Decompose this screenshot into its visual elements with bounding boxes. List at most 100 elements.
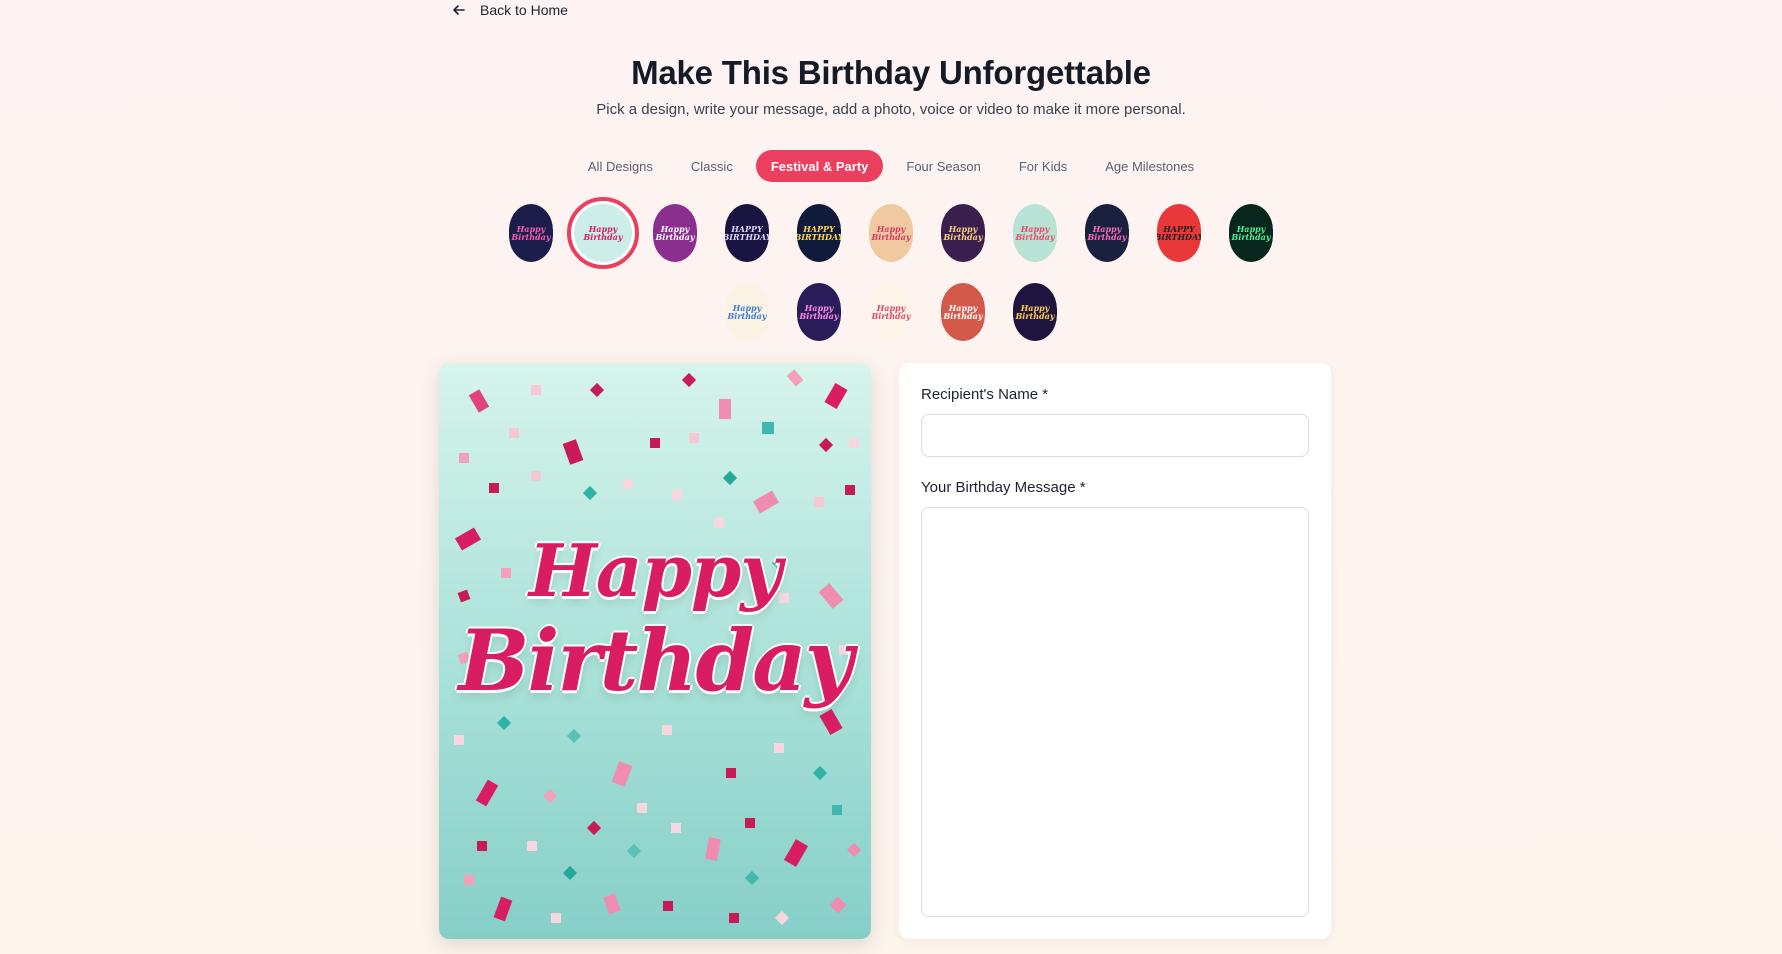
confetti-piece [623,479,633,489]
design-thumbnail-label: Happy Birthday [797,283,841,341]
tab-age-milestones[interactable]: Age Milestones [1090,150,1209,182]
confetti-piece [531,471,541,481]
confetti-piece [464,875,474,885]
confetti-piece [582,485,598,501]
birthday-message-input[interactable] [921,507,1309,917]
confetti-piece [650,438,660,448]
tab-classic[interactable]: Classic [676,150,748,182]
confetti-piece [496,715,512,731]
design-thumbnail-label: HAPPY BIRTHDAY [1157,204,1201,262]
recipient-name-label: Recipient's Name * [921,386,1049,403]
card-line-2: Birthday [458,611,853,710]
confetti-piece [824,382,848,410]
design-thumbnail[interactable]: Happy Birthday [1013,204,1057,262]
birthday-message-label: Your Birthday Message * [921,479,1086,496]
confetti-piece [527,841,537,851]
tab-all-designs[interactable]: All Designs [573,150,668,182]
back-to-home-label: Back to Home [480,2,568,18]
confetti-piece [681,372,697,388]
confetti-piece [542,788,558,804]
design-thumbnail-label: Happy Birthday [574,204,632,262]
confetti-piece [626,843,642,859]
design-thumbnail-label: Happy Birthday [653,204,697,262]
confetti-piece [493,896,513,922]
tab-festival-party[interactable]: Festival & Party [755,150,884,182]
confetti-piece [454,735,464,745]
confetti-piece [849,438,859,448]
design-thumbnail[interactable]: HAPPY BIRTHDAY [797,204,841,262]
design-thumbnail-label: Happy Birthday [509,204,553,262]
confetti-piece [489,483,499,493]
confetti-piece [551,913,561,923]
confetti-piece [509,428,519,438]
tab-four-season[interactable]: Four Season [891,150,995,182]
design-thumbnail[interactable]: Happy Birthday [1229,204,1273,262]
design-thumbnail[interactable]: Happy Birthday [1013,283,1057,341]
confetti-piece [468,389,490,413]
confetti-piece [662,725,672,735]
confetti-piece [722,470,738,486]
design-thumbnail-label: Happy Birthday [1013,283,1057,341]
design-thumbnail[interactable]: Happy Birthday [869,204,913,262]
design-thumbnail[interactable]: Happy Birthday [725,283,769,341]
confetti-piece [586,820,602,836]
design-thumbnail-label: Happy Birthday [869,204,913,262]
design-thumbnail-label: Happy Birthday [869,283,913,341]
confetti-piece [611,761,633,787]
confetti-piece [663,901,673,911]
design-thumbnail[interactable]: Happy Birthday [869,283,913,341]
confetti-piece [819,708,843,736]
confetti-piece [562,865,578,881]
confetti-piece [744,870,760,886]
card-preview: Happy Birthday [439,363,871,939]
confetti-piece [729,913,739,923]
confetti-piece [714,518,724,528]
arrow-left-icon [453,5,465,15]
category-tabs: All Designs Classic Festival & Party Four S… [0,150,1782,182]
confetti-piece [846,842,862,858]
design-row-2: Happy Birthday Happy Birthday Happy Birthd… [725,283,1057,341]
confetti-piece [531,385,541,395]
confetti-piece [671,823,681,833]
page-title: Make This Birthday Unforgettable [631,54,1151,91]
tab-for-kids[interactable]: For Kids [1004,150,1082,182]
confetti-piece [459,453,469,463]
confetti-piece [845,485,855,495]
design-thumbnail[interactable]: HAPPY BIRTHDAY [1157,204,1201,262]
confetti-piece [726,768,736,778]
design-thumbnail-label: HAPPY BIRTHDAY [725,204,769,262]
design-thumbnail[interactable]: Happy Birthday [797,283,841,341]
confetti-piece [752,490,780,514]
design-thumbnail-label: Happy Birthday [725,283,769,341]
confetti-piece [475,779,499,807]
confetti-piece [672,490,682,500]
design-thumbnail-label: Happy Birthday [1013,204,1057,262]
confetti-piece [562,439,584,465]
design-thumbnail-label: Happy Birthday [1229,204,1273,262]
confetti-piece [719,399,731,419]
confetti-piece [477,841,487,851]
card-line-1: Happy [528,528,782,613]
design-thumbnail-label: Happy Birthday [941,204,985,262]
design-thumbnail[interactable]: Happy Birthday [941,283,985,341]
design-row-1: Happy Birthday Happy Birthday Happy Birthd… [509,197,1273,269]
confetti-piece [589,382,605,398]
design-thumbnail-label: Happy Birthday [941,283,985,341]
design-thumbnail[interactable]: Happy Birthday [1085,204,1129,262]
confetti-piece [774,743,784,753]
confetti-piece [814,497,824,507]
design-thumbnail-label: Happy Birthday [1085,204,1129,262]
design-thumbnail[interactable]: Happy Birthday [509,204,553,262]
confetti-piece [829,896,847,914]
recipient-name-input[interactable] [921,414,1309,457]
confetti-piece [745,818,755,828]
back-to-home-link[interactable]: Back to Home [452,0,568,20]
design-thumbnail[interactable]: Happy Birthday [941,204,985,262]
design-thumbnail[interactable]: Happy Birthday [567,197,639,269]
design-thumbnail[interactable]: HAPPY BIRTHDAY [725,204,769,262]
design-thumbnail[interactable]: Happy Birthday [653,204,697,262]
confetti-piece [786,369,804,387]
confetti-piece [566,728,582,744]
design-thumbnail-label: HAPPY BIRTHDAY [797,204,841,262]
confetti-piece [818,437,834,453]
